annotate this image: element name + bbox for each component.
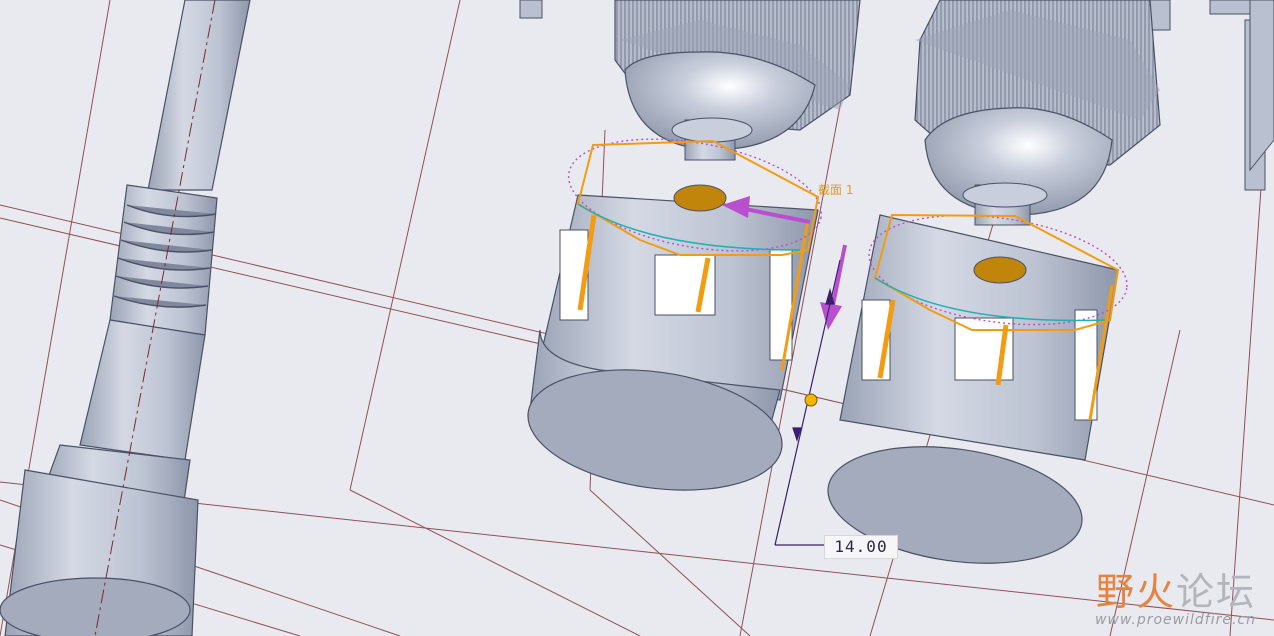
watermark-title-part3: 论坛 bbox=[1175, 570, 1256, 614]
section-label: 截面 1 bbox=[818, 183, 854, 197]
watermark-url: www.proewildfire.cn bbox=[1094, 612, 1256, 628]
watermark: 野火论坛 www.proewildfire.cn bbox=[1095, 572, 1256, 628]
watermark-title-part2: 火 bbox=[1135, 570, 1176, 614]
dimension-value[interactable]: 14.00 bbox=[824, 535, 898, 559]
nozzle-right[interactable] bbox=[820, 0, 1161, 578]
nozzle-left[interactable] bbox=[520, 0, 861, 505]
watermark-title: 野火论坛 bbox=[1095, 572, 1256, 612]
model-viewport[interactable]: 截面 1 14.00 野火论坛 www.proewildfire.cn bbox=[0, 0, 1274, 636]
drag-handle-icon[interactable] bbox=[804, 393, 818, 407]
watermark-title-part1: 野 bbox=[1095, 570, 1136, 614]
model-scene[interactable] bbox=[0, 0, 1274, 636]
shaft-part[interactable] bbox=[0, 0, 251, 636]
